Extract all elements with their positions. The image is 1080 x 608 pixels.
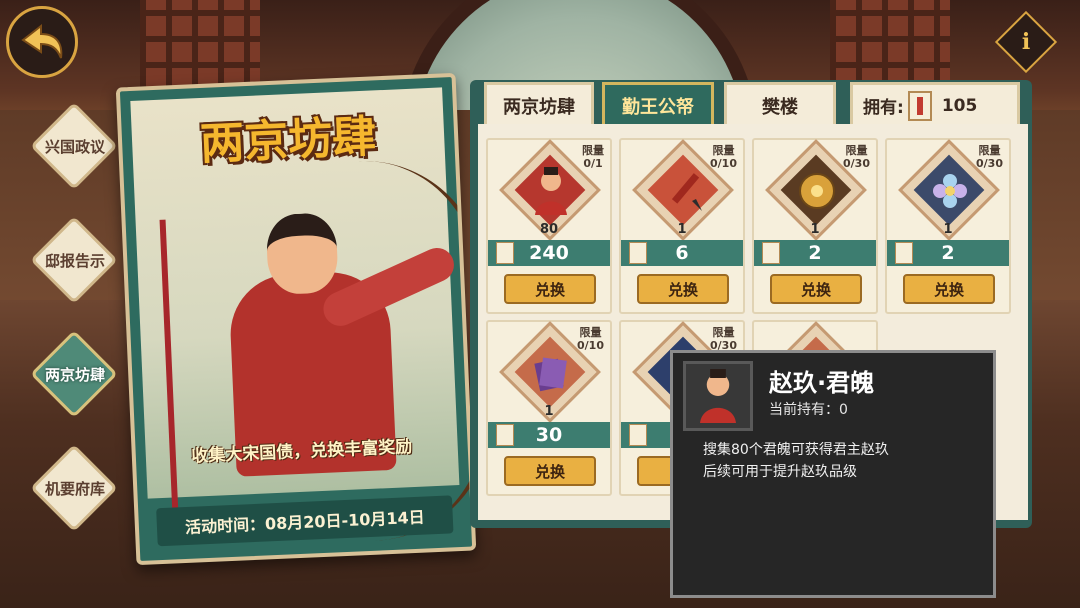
currency-label: 拥有: — [863, 98, 904, 118]
item-price: 2 — [754, 240, 876, 266]
bond-ticket-icon — [629, 242, 647, 264]
tooltip-desc-line: 搜集80个君魄可获得君主赵玖 — [703, 442, 889, 458]
shop-item-card: 限量 0/10 1 30 兑换 — [486, 320, 612, 496]
nav-item-liangjing[interactable]: 两京坊肆 — [30, 330, 118, 418]
shop-item-card: 限量 0/10 1 6 兑换 — [619, 138, 745, 314]
nav-item-label: 机要府库 — [44, 479, 105, 498]
tab-liangjing[interactable]: 两京坊肆 — [484, 82, 594, 126]
nav-item-label: 兴国政议 — [44, 137, 105, 156]
tooltip-desc-line: 后续可用于提升赵玖品级 — [703, 464, 857, 480]
brush-icon — [657, 164, 711, 218]
tab-fanlou[interactable]: 樊楼 — [724, 82, 836, 126]
bond-ticket-icon — [629, 424, 647, 446]
nav-item-label: 两京坊肆 — [44, 365, 105, 384]
item-quantity: 1 — [943, 222, 953, 237]
tooltip-owned: 当前持有：0 — [769, 402, 848, 418]
shop-item-card: 限量 0/30 1 2 兑换 — [752, 138, 878, 314]
event-banner: 两京坊肆 收集大宋国债，兑换丰富奖励 活动时间：08月20日-10月14日 — [115, 72, 477, 566]
item-quantity: 1 — [677, 222, 687, 237]
item-price: 30 — [488, 422, 610, 448]
item-quantity: 1 — [810, 222, 820, 237]
nav-item-jiyao[interactable]: 机要府库 — [30, 444, 118, 532]
nav-item-xingguo[interactable]: 兴国政议 — [30, 102, 118, 190]
limit-label: 限量 0/30 — [843, 144, 870, 170]
tab-qinwang[interactable]: 勤王公帑 — [602, 82, 714, 126]
exchange-button[interactable]: 兑换 — [903, 274, 995, 304]
item-price: 240 — [488, 240, 610, 266]
info-icon: i — [1021, 29, 1031, 55]
bond-ticket-icon — [895, 242, 913, 264]
limit-label: 限量 0/10 — [577, 326, 604, 352]
exchange-button[interactable]: 兑换 — [504, 274, 596, 304]
bond-ticket-icon — [907, 90, 932, 121]
red-pole — [159, 219, 179, 520]
limit-label: 限量 0/1 — [582, 144, 604, 170]
exchange-button[interactable]: 兑换 — [637, 274, 729, 304]
item-price: 6 — [621, 240, 743, 266]
character-portrait-icon — [524, 164, 578, 218]
back-button[interactable] — [6, 6, 78, 78]
exchange-button[interactable]: 兑换 — [504, 456, 596, 486]
back-arrow-icon — [21, 23, 63, 59]
book-icon — [524, 346, 578, 400]
item-quantity: 1 — [544, 404, 554, 419]
bond-ticket-icon — [496, 242, 514, 264]
currency-amount: 105 — [941, 95, 978, 116]
nav-item-label: 邸报告示 — [44, 251, 105, 270]
limit-label: 限量 0/30 — [976, 144, 1003, 170]
shop-item-card: 限量 0/1 80 240 兑换 — [486, 138, 612, 314]
currency-display: 拥有: 105 — [850, 82, 1020, 126]
tooltip-description: 搜集80个君魄可获得君主赵玖 后续可用于提升赵玖品级 — [703, 439, 983, 483]
shop-item-card: 限量 0/30 1 2 兑换 — [885, 138, 1011, 314]
item-price: 2 — [887, 240, 1009, 266]
tooltip-item-name: 赵玖·君魄 — [769, 369, 875, 397]
event-time: 活动时间：08月20日-10月14日 — [156, 495, 454, 547]
item-tooltip: 赵玖·君魄 当前持有：0 搜集80个君魄可获得君主赵玖 后续可用于提升赵玖品级 — [670, 350, 996, 598]
bond-ticket-icon — [762, 242, 780, 264]
bow — [353, 155, 477, 541]
crystal-flower-icon — [923, 164, 977, 218]
bond-ticket-icon — [496, 424, 514, 446]
character-portrait-icon — [683, 361, 753, 431]
limit-label: 限量 0/30 — [710, 326, 737, 352]
item-quantity: 80 — [539, 222, 559, 237]
gold-medallion-icon — [790, 164, 844, 218]
archer-head — [265, 212, 339, 296]
limit-label: 限量 0/10 — [710, 144, 737, 170]
nav-item-dibao[interactable]: 邸报告示 — [30, 216, 118, 304]
exchange-button[interactable]: 兑换 — [770, 274, 862, 304]
